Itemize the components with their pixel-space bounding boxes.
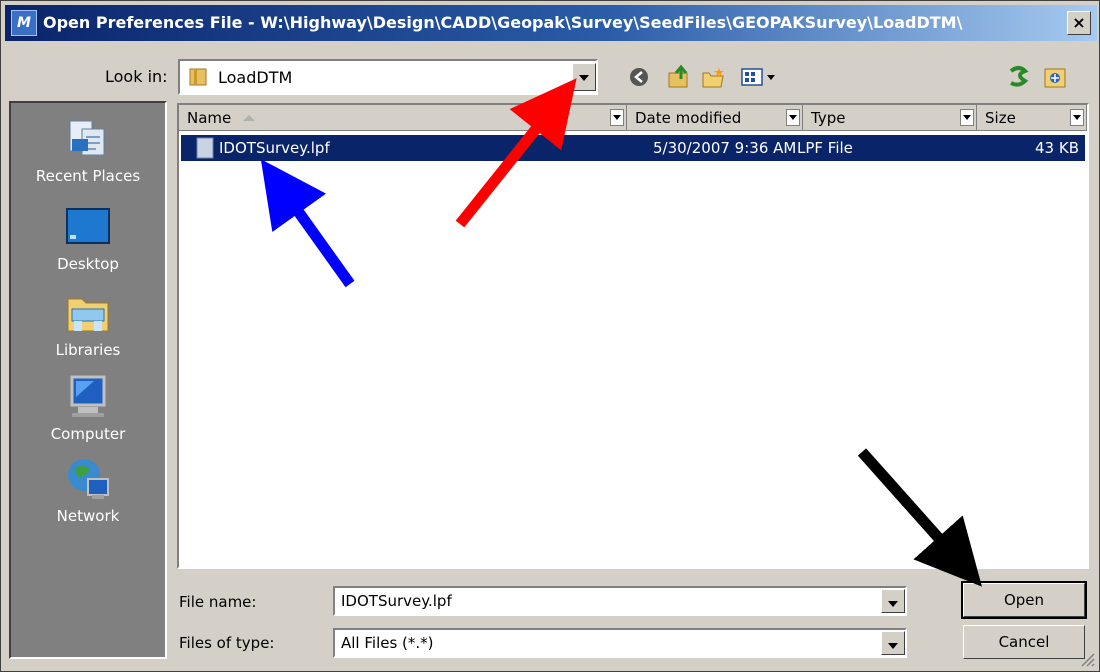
network-icon <box>68 459 109 499</box>
recent-places-icon <box>69 120 105 156</box>
column-date-label: Date modified <box>635 109 742 127</box>
place-recent-places[interactable]: Recent Places <box>11 115 165 185</box>
column-size-dropdown[interactable] <box>1070 109 1084 126</box>
open-preferences-dialog: M Open Preferences File - W:\Highway\Des… <box>0 0 1100 672</box>
network-places-icon[interactable] <box>1005 63 1033 91</box>
column-header-name[interactable]: Name <box>179 105 627 131</box>
place-network[interactable]: Network <box>11 455 165 525</box>
place-label: Libraries <box>55 341 121 359</box>
desktop-folder-icon[interactable] <box>1041 63 1069 91</box>
look-in-value: LoadDTM <box>218 68 293 87</box>
column-type-dropdown[interactable] <box>960 109 974 126</box>
place-label: Computer <box>50 425 126 443</box>
place-libraries[interactable]: Libraries <box>11 289 165 359</box>
libraries-icon <box>67 298 109 332</box>
close-button[interactable]: × <box>1067 11 1091 35</box>
up-folder-icon[interactable] <box>665 63 693 91</box>
column-name-label: Name <box>187 109 232 127</box>
file-date: 5/30/2007 9:36 AM <box>653 139 797 157</box>
app-icon: M <box>11 10 37 36</box>
file-icon <box>196 137 214 159</box>
place-label: Recent Places <box>35 167 141 185</box>
look-in-dropdown-arrow[interactable] <box>572 63 596 91</box>
files-of-type-select[interactable]: All Files (*.*) <box>333 628 907 658</box>
file-list[interactable]: Name Date modified Type Size IDOTSurvey.… <box>177 103 1089 569</box>
file-name-dropdown-arrow[interactable] <box>881 589 905 613</box>
files-of-type-value: All Files (*.*) <box>341 634 434 652</box>
files-of-type-label: Files of type: <box>179 634 275 652</box>
view-menu-icon[interactable] <box>739 63 779 91</box>
resize-grip-icon[interactable] <box>1079 651 1095 667</box>
file-size: 43 KB <box>1035 139 1079 157</box>
places-bar: Recent Places Desktop Libraries Computer… <box>9 101 167 659</box>
file-name-label: File name: <box>179 593 257 611</box>
new-folder-icon[interactable] <box>699 63 727 91</box>
column-name-dropdown[interactable] <box>610 109 624 126</box>
column-date-dropdown[interactable] <box>786 109 800 126</box>
sort-ascending-icon <box>243 115 255 121</box>
column-header-size[interactable]: Size <box>977 105 1087 131</box>
cancel-button[interactable]: Cancel <box>963 625 1085 659</box>
file-row[interactable]: IDOTSurvey.lpf 5/30/2007 9:36 AM LPF Fil… <box>181 135 1085 161</box>
column-type-label: Type <box>811 109 846 127</box>
file-name-value: IDOTSurvey.lpf <box>341 592 452 610</box>
place-computer[interactable]: Computer <box>11 373 165 443</box>
place-label: Network <box>56 507 120 525</box>
file-name-input[interactable]: IDOTSurvey.lpf <box>333 586 907 616</box>
column-header-type[interactable]: Type <box>803 105 977 131</box>
open-button[interactable]: Open <box>961 581 1087 619</box>
look-in-dropdown[interactable]: LoadDTM <box>178 59 598 95</box>
title-bar: M Open Preferences File - W:\Highway\Des… <box>5 5 1097 41</box>
computer-icon <box>70 375 106 417</box>
file-name: IDOTSurvey.lpf <box>219 139 330 157</box>
files-of-type-dropdown-arrow[interactable] <box>881 631 905 655</box>
window-title: Open Preferences File - W:\Highway\Desig… <box>43 13 963 32</box>
column-header-date[interactable]: Date modified <box>627 105 803 131</box>
desktop-icon <box>66 208 110 244</box>
column-size-label: Size <box>985 109 1016 127</box>
look-in-label: Look in: <box>105 67 168 86</box>
file-type: LPF File <box>797 139 853 157</box>
back-icon[interactable] <box>625 63 653 91</box>
place-desktop[interactable]: Desktop <box>11 203 165 273</box>
folder-icon <box>189 68 207 86</box>
place-label: Desktop <box>57 255 119 273</box>
